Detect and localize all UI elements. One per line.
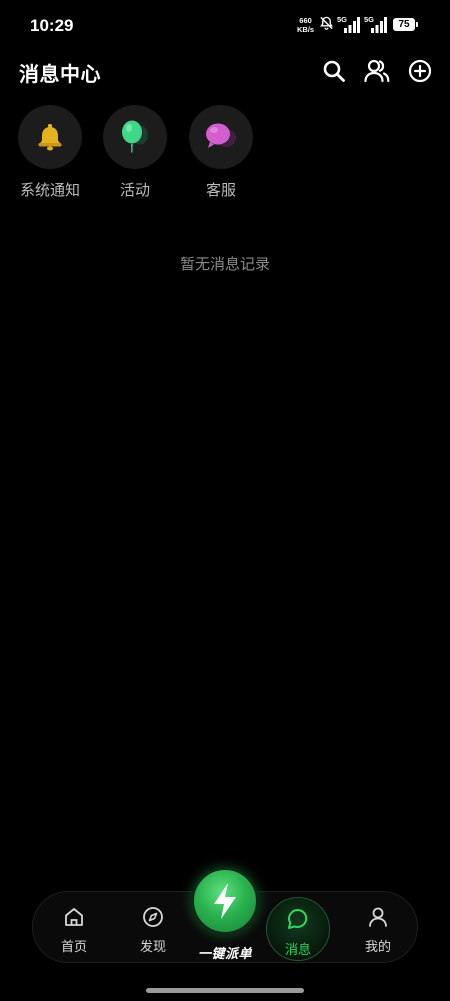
category-icon-wrap bbox=[18, 105, 82, 169]
category-customer-service[interactable]: 客服 bbox=[176, 105, 266, 200]
category-activity[interactable]: 活动 bbox=[90, 105, 180, 200]
nav-label: 首页 bbox=[60, 939, 87, 954]
home-icon bbox=[65, 908, 83, 926]
category-label: 客服 bbox=[205, 182, 236, 199]
compass-icon bbox=[143, 907, 163, 927]
balloon-icon bbox=[122, 120, 148, 153]
network-speed: 660 KB/s bbox=[297, 16, 314, 34]
network-speed-value: 660 bbox=[299, 16, 312, 25]
chat-bubble-icon bbox=[206, 123, 236, 148]
signal-bars-icon bbox=[371, 17, 387, 33]
search-button[interactable] bbox=[320, 57, 348, 85]
message-icon bbox=[288, 909, 308, 929]
battery-indicator: 75 bbox=[393, 18, 418, 31]
category-label: 系统通知 bbox=[19, 182, 80, 199]
bell-icon bbox=[38, 124, 62, 151]
status-bar: 10:29 660 KB/s 5G 5G 75 bbox=[0, 0, 450, 50]
one-click-dispatch-button[interactable] bbox=[191, 867, 259, 935]
category-system-notice[interactable]: 系统通知 bbox=[5, 105, 95, 200]
nav-label: 消息 bbox=[284, 942, 311, 957]
page-title: 消息中心 bbox=[19, 64, 101, 86]
empty-state-text: 暂无消息记录 bbox=[179, 256, 270, 273]
signal-sim1: 5G bbox=[337, 15, 361, 33]
nav-tab-discover[interactable]: 发现 bbox=[127, 906, 179, 955]
dispatch-label: 一键派单 bbox=[197, 946, 252, 961]
category-icon-wrap bbox=[189, 105, 253, 169]
signal-sim2: 5G bbox=[364, 15, 388, 33]
category-label: 活动 bbox=[119, 182, 150, 199]
person-icon bbox=[369, 907, 387, 927]
network-speed-unit: KB/s bbox=[297, 25, 315, 34]
home-indicator[interactable] bbox=[146, 988, 304, 993]
add-button[interactable] bbox=[406, 57, 434, 85]
nav-tab-home[interactable]: 首页 bbox=[48, 906, 100, 955]
nav-tab-profile[interactable]: 我的 bbox=[352, 906, 404, 955]
nav-label: 发现 bbox=[139, 939, 166, 954]
nav-label: 我的 bbox=[364, 939, 391, 954]
lightning-icon bbox=[214, 883, 236, 919]
contacts-button[interactable] bbox=[363, 57, 391, 85]
status-time: 10:29 bbox=[30, 16, 74, 35]
nav-tab-messages[interactable]: 消息 bbox=[266, 897, 330, 961]
category-icon-wrap bbox=[103, 105, 167, 169]
search-icon bbox=[323, 60, 345, 82]
add-circle-icon bbox=[408, 59, 432, 83]
contacts-icon bbox=[364, 59, 390, 83]
signal-bars-icon bbox=[344, 17, 360, 33]
mute-bell-icon bbox=[320, 16, 333, 30]
